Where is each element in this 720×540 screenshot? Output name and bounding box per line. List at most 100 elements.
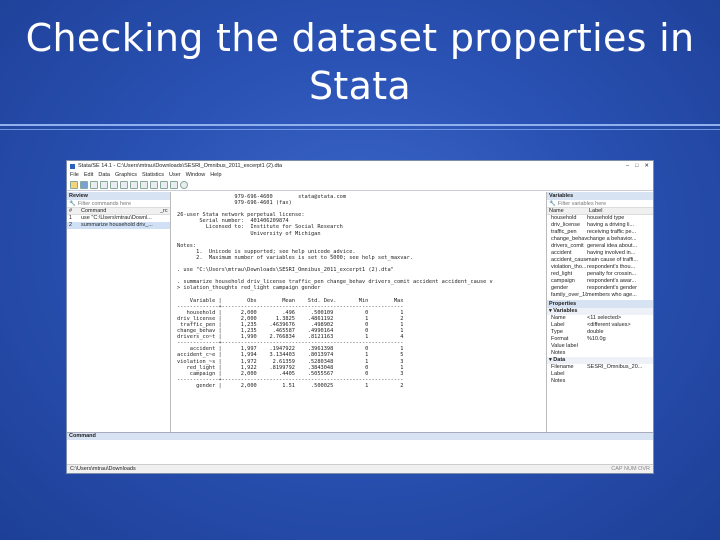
property-key: Label [551,371,565,377]
variable-label: respondent's gender [587,285,637,291]
variable-label: penalty for crossin... [587,271,637,277]
variable-name: accident_cause [551,257,587,263]
review-row[interactable]: 2 summarize household driv_... [67,222,170,229]
maximize-icon[interactable]: □ [635,163,638,169]
properties-data-label: Data [553,357,566,363]
review-filter[interactable]: 🔧 Filter commands here [67,200,170,208]
status-bar: C:\Users\mtrau\Downloads CAP NUM OVR [67,464,653,473]
variable-label: receiving traffic pe... [587,229,637,235]
review-header: Review [67,192,170,200]
more-icon[interactable] [170,180,178,189]
menu-user[interactable]: User [169,172,181,178]
variable-name: gender [551,285,569,291]
status-indicators: CAP NUM OVR [611,466,650,472]
variable-name: traffic_pen [551,229,577,235]
review-col-command[interactable]: Command [79,208,158,214]
variable-row[interactable]: accident_cause main cause of traffi... [547,257,653,264]
variables-col-label[interactable]: Label [587,208,653,214]
variable-name: driv_license [551,222,581,228]
menu-window[interactable]: Window [186,172,206,178]
properties-data-group[interactable]: ▾ Data [547,357,653,364]
property-value: <11 selected> [587,315,622,321]
variable-name: family_over_18 [551,292,587,298]
properties-variables-list: Name <11 selected> Label <different values>… [547,315,653,357]
variables-column-header: Name Label [547,208,653,215]
do-file-editor-icon[interactable] [130,180,138,189]
print-icon[interactable] [90,180,98,189]
variable-row[interactable]: accident having involved in... [547,250,653,257]
property-row[interactable]: Label <different values> [547,322,653,329]
variable-label: having a driving li... [587,222,635,228]
variable-row[interactable]: traffic_pen receiving traffic pe... [547,229,653,236]
variables-col-name[interactable]: Name [547,208,587,214]
property-row[interactable]: Filename SESRI_Omnibus_20... [547,364,653,371]
menu-graphics[interactable]: Graphics [115,172,137,178]
variable-row[interactable]: red_light penalty for crossin... [547,271,653,278]
close-icon[interactable]: ✕ [644,163,649,169]
review-row[interactable]: 1 use "C:\Users\mtrau\Downl... [67,215,170,222]
viewer-icon[interactable] [110,180,118,189]
variable-label: main cause of traffi... [587,257,638,263]
open-icon[interactable] [70,180,78,189]
variables-filter[interactable]: 🔧 Filter variables here [547,200,653,208]
slide-title-line-1: Checking the dataset properties in [25,16,695,60]
menu-statistics[interactable]: Statistics [142,172,164,178]
variable-label: household type [587,215,625,221]
property-value [587,371,653,378]
save-icon[interactable] [80,180,88,189]
minimize-icon[interactable]: – [626,163,629,169]
property-value [587,343,653,350]
property-key: Type [551,329,563,335]
command-input[interactable] [67,440,653,465]
property-value [587,378,653,385]
variable-row[interactable]: violation_tho... respondent's thou... [547,264,653,271]
filter-icon: 🔧 [69,200,76,207]
property-row[interactable]: Value label [547,343,653,350]
break-icon[interactable] [180,180,188,189]
review-row-command: summarize household driv_... [81,222,153,228]
results-pane: 979-696-4600 stata@stata.com 979-696-460… [171,192,546,432]
variable-label: general idea about... [587,243,638,249]
variable-row[interactable]: gender respondent's gender [547,285,653,292]
property-row[interactable]: Format %10.0g [547,336,653,343]
properties-variables-group[interactable]: ▾ Variables [547,308,653,315]
variable-row[interactable]: household household type [547,215,653,222]
variable-row[interactable]: family_over_18 members who age... [547,292,653,299]
property-row[interactable]: Notes [547,350,653,357]
variables-manager-icon[interactable] [160,180,168,189]
variables-filter-placeholder: Filter variables here [557,200,607,207]
menu-file[interactable]: File [70,172,79,178]
variable-label: respondent's thou... [587,264,636,270]
data-editor-icon[interactable] [140,180,148,189]
review-col-rc[interactable]: _rc [158,208,170,214]
property-row[interactable]: Name <11 selected> [547,315,653,322]
graph-icon[interactable] [120,180,128,189]
variable-row[interactable]: change_behav change a behavior... [547,236,653,243]
status-path: C:\Users\mtrau\Downloads [70,466,136,472]
variable-name: violation_tho... [551,264,587,270]
variable-row[interactable]: campaign respondent's awar... [547,278,653,285]
variable-row[interactable]: driv_license having a driving li... [547,222,653,229]
window-titlebar: Stata/SE 14.1 - C:\Users\mtrau\Downloads… [67,161,653,171]
property-value: <different values> [587,322,631,328]
data-browser-icon[interactable] [150,180,158,189]
property-row[interactable]: Notes [547,378,653,385]
variable-name: accident [551,250,572,256]
menu-edit[interactable]: Edit [84,172,93,178]
property-value [587,350,653,357]
review-col-number[interactable]: # [67,208,79,214]
property-key: Notes [551,350,566,356]
command-header: Command [67,432,653,440]
slide-title-line-2: Stata [309,64,411,108]
menu-help[interactable]: Help [210,172,221,178]
property-key: Value label [551,343,578,349]
variable-row[interactable]: drivers_comit general idea about... [547,243,653,250]
review-filter-placeholder: Filter commands here [77,200,132,207]
review-row-command: use "C:\Users\mtrau\Downl... [81,215,152,221]
property-value: double [587,329,604,335]
property-row[interactable]: Label [547,371,653,378]
property-row[interactable]: Type double [547,329,653,336]
property-key: Name [551,315,566,321]
log-icon[interactable] [100,180,108,189]
menu-data[interactable]: Data [98,172,110,178]
